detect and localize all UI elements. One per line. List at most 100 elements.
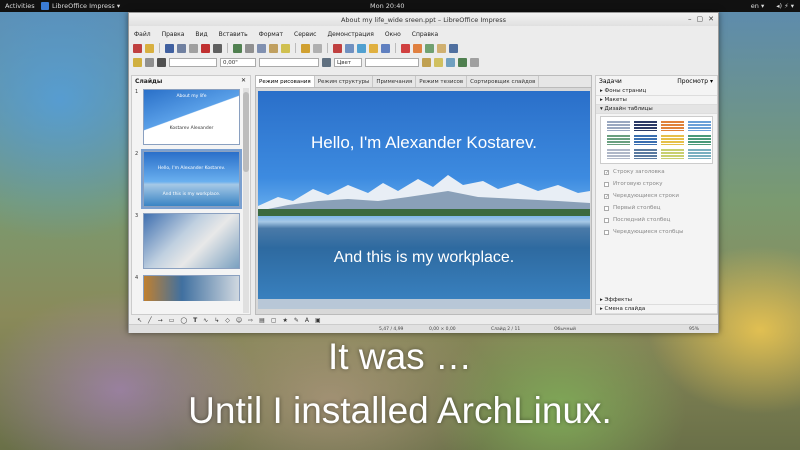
select-arrow-icon[interactable]: ↖ — [137, 317, 142, 324]
slide-canvas[interactable]: Hello, I'm Alexander Kostarev. And this … — [258, 91, 590, 309]
tab-outline[interactable]: Режим структуры — [315, 76, 374, 87]
cut-icon[interactable] — [245, 43, 254, 53]
basic-shapes-icon[interactable]: ◇ — [225, 317, 230, 324]
checkbox[interactable] — [604, 181, 609, 187]
table-style-swatch[interactable] — [661, 149, 684, 159]
clone-format-icon[interactable] — [281, 43, 290, 53]
arrow-style-icon[interactable] — [145, 57, 154, 67]
table-style-swatch[interactable] — [607, 135, 630, 145]
option-total-row[interactable]: Итоговую строку — [596, 178, 717, 190]
export-pdf-icon[interactable] — [201, 43, 210, 53]
checkbox[interactable] — [604, 229, 609, 235]
arrange-icon[interactable] — [458, 57, 467, 67]
scrollbar-thumb[interactable] — [243, 92, 249, 172]
slide-icon[interactable] — [381, 43, 390, 53]
gallery-icon[interactable] — [437, 43, 446, 53]
slide-thumbnail-row[interactable]: 3 — [132, 211, 250, 273]
table-style-swatch[interactable] — [607, 121, 630, 131]
help-icon[interactable] — [449, 43, 458, 53]
stars-icon[interactable]: ★ — [283, 317, 288, 324]
spellcheck-icon[interactable] — [233, 43, 242, 53]
ellipse-icon[interactable]: ◯ — [180, 317, 187, 324]
fill-type-select[interactable]: Цвет — [334, 57, 362, 67]
align-icon[interactable] — [446, 57, 455, 67]
menu-help[interactable]: Справка — [412, 31, 438, 38]
line-icon[interactable] — [157, 57, 166, 67]
close-button[interactable]: ✕ — [708, 15, 714, 23]
line-width-field[interactable]: 0,00" — [220, 57, 256, 67]
edit-file-icon[interactable] — [189, 43, 198, 53]
slide-thumbnail[interactable]: About my life Kostarev Alexander — [143, 89, 240, 145]
connector-icon[interactable]: ↳ — [214, 317, 219, 324]
tab-slide-sorter[interactable]: Сортировщик слайдов — [467, 76, 540, 87]
display-grid-icon[interactable] — [413, 43, 422, 53]
option-header-row[interactable]: ✓ Строку заголовка — [596, 166, 717, 178]
undo-icon[interactable] — [301, 43, 310, 53]
shadow-icon[interactable] — [422, 57, 431, 67]
table-style-swatch[interactable] — [634, 135, 657, 145]
image-icon[interactable] — [345, 43, 354, 53]
new-document-icon[interactable] — [133, 43, 142, 53]
option-banded-columns[interactable]: Чередующиеся столбцы — [596, 226, 717, 238]
presentation-icon[interactable] — [401, 43, 410, 53]
paste-icon[interactable] — [269, 43, 278, 53]
tab-notes[interactable]: Примечания — [373, 76, 417, 87]
section-table-design[interactable]: ▾ Дизайн таблицы — [596, 105, 717, 114]
line-style-icon[interactable] — [133, 57, 142, 67]
email-icon[interactable] — [177, 43, 186, 53]
table-icon[interactable] — [333, 43, 342, 53]
navigator-icon[interactable] — [369, 43, 378, 53]
chart-icon[interactable] — [357, 43, 366, 53]
clock[interactable]: Mon 20:40 — [370, 2, 405, 10]
status-zoom[interactable]: 95% — [689, 327, 699, 332]
table-style-swatch[interactable] — [688, 121, 711, 131]
close-icon[interactable]: ✕ — [241, 77, 246, 84]
table-style-swatch[interactable] — [634, 149, 657, 159]
text-tool-icon[interactable]: T — [193, 317, 197, 324]
section-effects[interactable]: ▸ Эффекты — [596, 296, 717, 305]
fill-color-select[interactable] — [365, 57, 419, 67]
table-style-swatch[interactable] — [634, 121, 657, 131]
menu-format[interactable]: Формат — [259, 31, 283, 38]
menu-window[interactable]: Окно — [385, 31, 401, 38]
tab-handout[interactable]: Режим тезисов — [416, 76, 468, 87]
app-menu[interactable]: LibreOffice Impress ▾ — [41, 2, 120, 10]
option-last-column[interactable]: Последний столбец — [596, 214, 717, 226]
slide-thumbnail-row[interactable]: 2 Hello, I'm Alexander Kostarev. And thi… — [132, 149, 250, 211]
language-indicator[interactable]: en ▾ — [751, 2, 764, 10]
table-style-swatch[interactable] — [661, 121, 684, 131]
slides-scrollbar[interactable] — [243, 88, 249, 313]
checkbox[interactable] — [604, 205, 609, 211]
menu-tools[interactable]: Сервис — [294, 31, 316, 38]
table-style-swatch[interactable] — [661, 135, 684, 145]
minimize-button[interactable]: – — [688, 15, 692, 23]
area-style-icon[interactable] — [322, 57, 331, 67]
menu-edit[interactable]: Правка — [162, 31, 185, 38]
group-icon[interactable] — [470, 57, 479, 67]
activities-button[interactable]: Activities — [5, 2, 41, 10]
table-style-swatch[interactable] — [688, 149, 711, 159]
open-folder-icon[interactable] — [145, 43, 154, 53]
menu-insert[interactable]: Вставить — [219, 31, 248, 38]
section-slide-transition[interactable]: ▸ Смена слайда — [596, 305, 717, 314]
from-file-icon[interactable]: ▣ — [315, 317, 321, 324]
tasks-view-menu[interactable]: Просмотр ▾ — [677, 78, 713, 87]
tab-normal[interactable]: Режим рисования — [256, 76, 315, 87]
checkbox[interactable] — [604, 217, 609, 223]
slide-thumbnail[interactable] — [143, 213, 240, 269]
menu-view[interactable]: Вид — [195, 31, 207, 38]
maximize-button[interactable]: ▢ — [697, 15, 704, 23]
menu-file[interactable]: Файл — [134, 31, 151, 38]
helplines-icon[interactable] — [425, 43, 434, 53]
copy-icon[interactable] — [257, 43, 266, 53]
flowchart-icon[interactable]: ▤ — [259, 317, 265, 324]
points-icon[interactable]: ✎ — [294, 317, 299, 324]
symbol-shapes-icon[interactable]: ☺ — [236, 317, 242, 324]
redo-icon[interactable] — [313, 43, 322, 53]
callouts-icon[interactable]: ▢ — [271, 317, 277, 324]
slide-thumbnail-row[interactable]: 1 About my life Kostarev Alexander — [132, 87, 250, 149]
arrow-line-icon[interactable]: → — [158, 317, 163, 324]
section-master-pages[interactable]: ▸ Фоны страниц — [596, 87, 717, 96]
checkbox[interactable]: ✓ — [604, 193, 609, 199]
checkbox[interactable]: ✓ — [604, 169, 609, 175]
